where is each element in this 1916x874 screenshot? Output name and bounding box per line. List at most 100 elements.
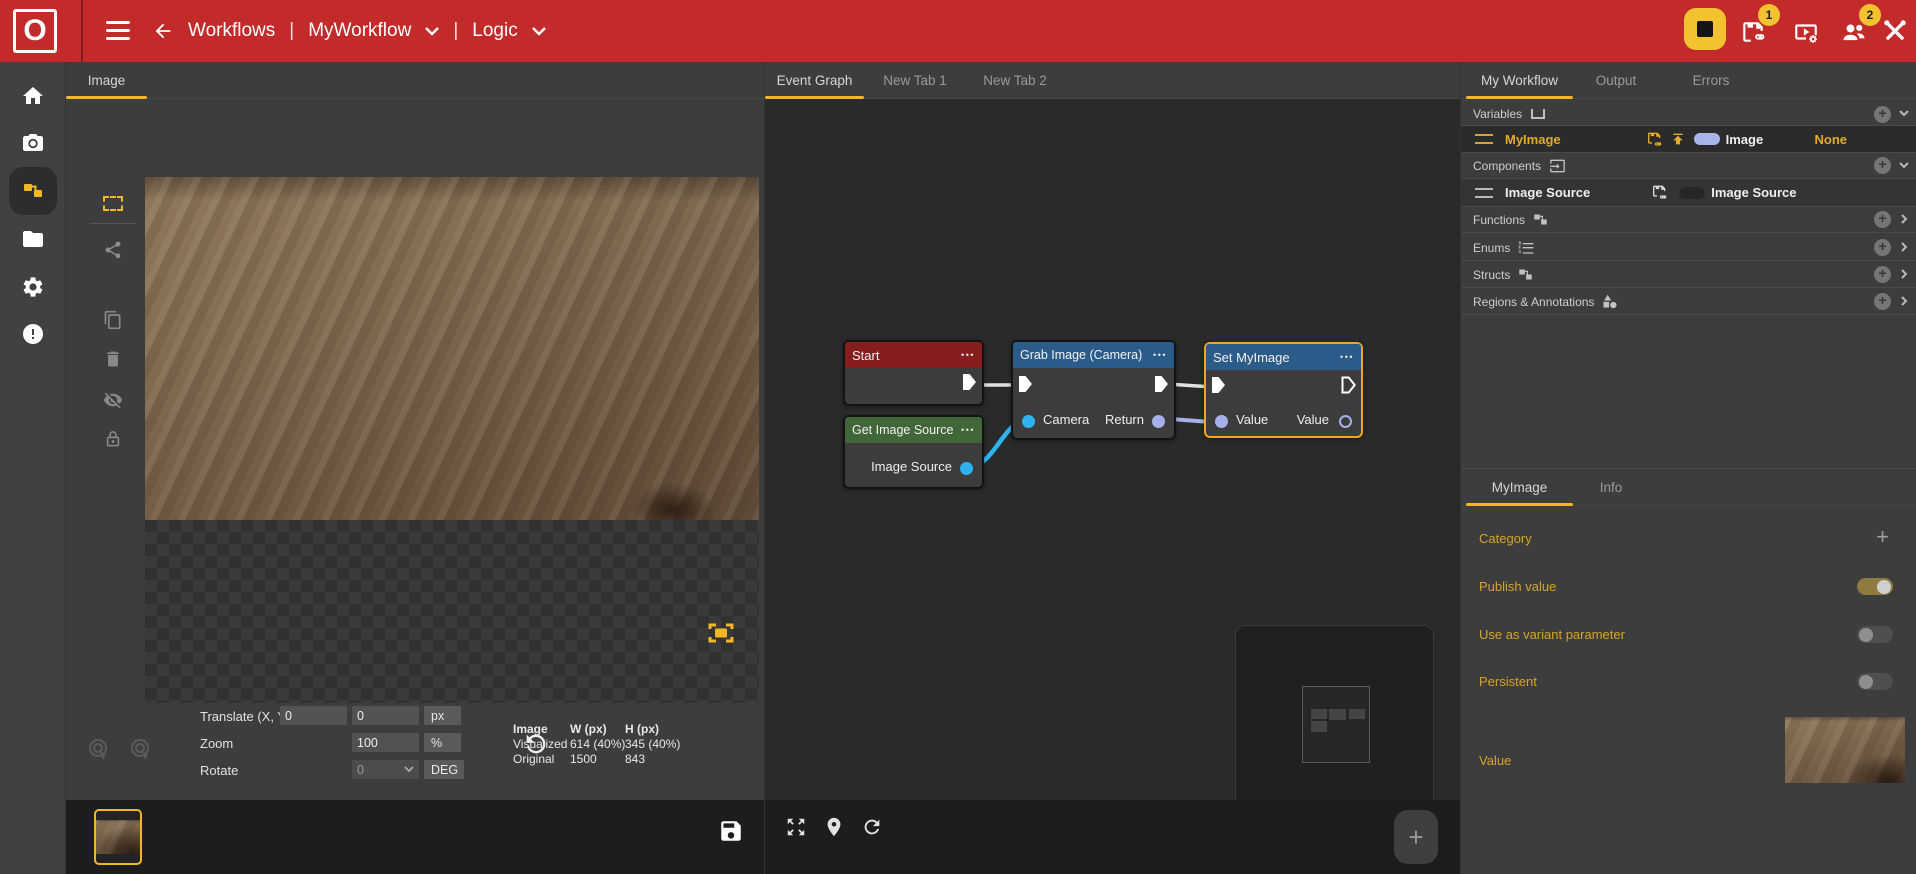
tab-image[interactable]: Image	[66, 62, 147, 99]
sidebar-item-files[interactable]	[9, 215, 57, 263]
marquee-select-icon[interactable]	[100, 190, 126, 216]
add-node-button[interactable]: +	[1394, 810, 1438, 864]
drag-handle-icon[interactable]	[1475, 134, 1493, 144]
add-enum-button[interactable]: +	[1874, 239, 1891, 256]
variant-parameter-toggle[interactable]	[1857, 626, 1893, 643]
sidebar-item-camera[interactable]	[9, 119, 57, 167]
tab-myimage-details[interactable]: MyImage	[1466, 469, 1573, 506]
chevron-down-icon[interactable]	[1897, 106, 1913, 122]
tab-output[interactable]: Output	[1586, 62, 1646, 99]
image-source-out-pin[interactable]	[960, 462, 973, 475]
back-arrow-icon[interactable]	[152, 20, 174, 42]
rotate-select[interactable]: 0	[352, 760, 419, 779]
node-grab-header[interactable]: Grab Image (Camera) •••	[1013, 342, 1174, 368]
publish-icon[interactable]	[1670, 131, 1686, 147]
stop-button[interactable]	[1684, 8, 1726, 50]
exec-out-pin[interactable]	[1154, 375, 1169, 393]
value-image-thumbnail[interactable]	[1785, 717, 1905, 783]
sidebar-item-workflows[interactable]	[9, 167, 57, 215]
component-row-image-source[interactable]: Image Source Image Source	[1461, 179, 1916, 207]
return-out-pin[interactable]	[1152, 415, 1165, 428]
node-start[interactable]: Start •••	[843, 340, 984, 406]
image-thumbnail[interactable]	[94, 809, 142, 865]
image-canvas-empty-area[interactable]	[145, 520, 759, 703]
chevron-down-icon[interactable]	[425, 26, 440, 36]
chevron-down-icon[interactable]	[1897, 158, 1913, 174]
breadcrumb-workflows[interactable]: Workflows	[188, 20, 275, 42]
section-components[interactable]: Components +	[1461, 153, 1916, 179]
variable-row-myimage[interactable]: MyImage Image None	[1461, 126, 1916, 153]
pin-location-icon[interactable]	[823, 816, 847, 840]
chevron-right-icon[interactable]	[1897, 240, 1913, 256]
run-settings-icon[interactable]	[1793, 19, 1819, 45]
tab-new-tab-1[interactable]: New Tab 1	[873, 62, 957, 99]
drag-handle-icon[interactable]	[1475, 187, 1493, 198]
tab-my-workflow[interactable]: My Workflow	[1466, 62, 1573, 99]
tab-info[interactable]: Info	[1586, 469, 1636, 506]
save-image-icon[interactable]	[718, 818, 744, 844]
node-graph-canvas[interactable]: Start ••• Get Image Source ••• Image Sou…	[765, 99, 1461, 822]
lock-icon[interactable]	[100, 426, 126, 452]
click-zoom-out-icon[interactable]	[128, 736, 154, 762]
section-dropdown[interactable]: Logic	[472, 20, 517, 42]
chevron-right-icon[interactable]	[1897, 267, 1913, 283]
node-get-image-source[interactable]: Get Image Source ••• Image Source	[843, 415, 984, 489]
chevron-right-icon[interactable]	[1897, 212, 1913, 228]
close-tools-icon[interactable]	[1881, 17, 1909, 45]
node-set-header[interactable]: Set MyImage •••	[1206, 344, 1361, 370]
zoom-input[interactable]	[352, 733, 419, 752]
app-logo[interactable]: O	[13, 9, 57, 53]
workflow-name-dropdown[interactable]: MyWorkflow	[308, 20, 411, 42]
chevron-right-icon[interactable]	[1897, 294, 1913, 310]
add-component-button[interactable]: +	[1874, 157, 1891, 174]
save-link-icon[interactable]	[1652, 185, 1669, 200]
copy-icon[interactable]	[100, 307, 126, 333]
trash-icon[interactable]	[100, 346, 126, 372]
exec-in-pin[interactable]	[1211, 376, 1226, 394]
node-menu-icon[interactable]: •••	[961, 425, 975, 435]
node-get-header[interactable]: Get Image Source •••	[845, 417, 982, 443]
section-enums[interactable]: Enums +	[1461, 235, 1916, 261]
tab-errors[interactable]: Errors	[1683, 62, 1739, 99]
tab-new-tab-2[interactable]: New Tab 2	[973, 62, 1057, 99]
save-link-icon[interactable]	[1647, 132, 1664, 147]
add-region-button[interactable]: +	[1874, 293, 1891, 310]
section-functions[interactable]: Functions +	[1461, 207, 1916, 233]
value-in-pin[interactable]	[1215, 415, 1228, 428]
translate-x-input[interactable]	[280, 706, 347, 725]
refresh-icon[interactable]	[861, 816, 885, 840]
add-variable-button[interactable]: +	[1874, 105, 1891, 123]
fit-graph-icon[interactable]	[785, 816, 809, 840]
node-grab-image[interactable]: Grab Image (Camera) ••• Camera Return	[1011, 340, 1176, 440]
share-icon[interactable]	[100, 237, 126, 263]
node-set-myimage[interactable]: Set MyImage ••• Value Value	[1204, 342, 1363, 438]
node-menu-icon[interactable]: •••	[961, 350, 975, 360]
fit-image-icon[interactable]	[708, 623, 734, 643]
add-function-button[interactable]: +	[1874, 211, 1891, 228]
variable-value[interactable]: None	[1815, 132, 1848, 147]
translate-y-input[interactable]	[352, 706, 419, 725]
sidebar-item-alerts[interactable]	[9, 310, 57, 358]
sidebar-item-settings[interactable]	[9, 263, 57, 311]
graph-minimap[interactable]	[1235, 625, 1434, 822]
persistent-toggle[interactable]	[1857, 673, 1893, 690]
node-menu-icon[interactable]: •••	[1340, 352, 1354, 362]
add-category-button[interactable]: +	[1876, 526, 1889, 548]
menu-icon[interactable]	[106, 21, 130, 41]
add-struct-button[interactable]: +	[1874, 266, 1891, 283]
sidebar-item-home[interactable]	[9, 72, 57, 120]
exec-out-pin[interactable]	[1341, 376, 1356, 394]
value-out-pin[interactable]	[1339, 415, 1352, 428]
camera-in-pin[interactable]	[1022, 415, 1035, 428]
node-menu-icon[interactable]: •••	[1153, 350, 1167, 360]
tab-event-graph[interactable]: Event Graph	[765, 62, 864, 99]
publish-value-toggle[interactable]	[1857, 578, 1893, 595]
section-variables[interactable]: Variables +	[1461, 103, 1916, 126]
section-structs[interactable]: Structs +	[1461, 262, 1916, 288]
eye-off-icon[interactable]	[100, 387, 126, 413]
exec-out-pin[interactable]	[962, 373, 977, 391]
exec-in-pin[interactable]	[1018, 375, 1033, 393]
node-start-header[interactable]: Start •••	[845, 342, 982, 368]
image-viewer[interactable]	[145, 177, 759, 520]
section-regions-annotations[interactable]: Regions & Annotations +	[1461, 289, 1916, 315]
